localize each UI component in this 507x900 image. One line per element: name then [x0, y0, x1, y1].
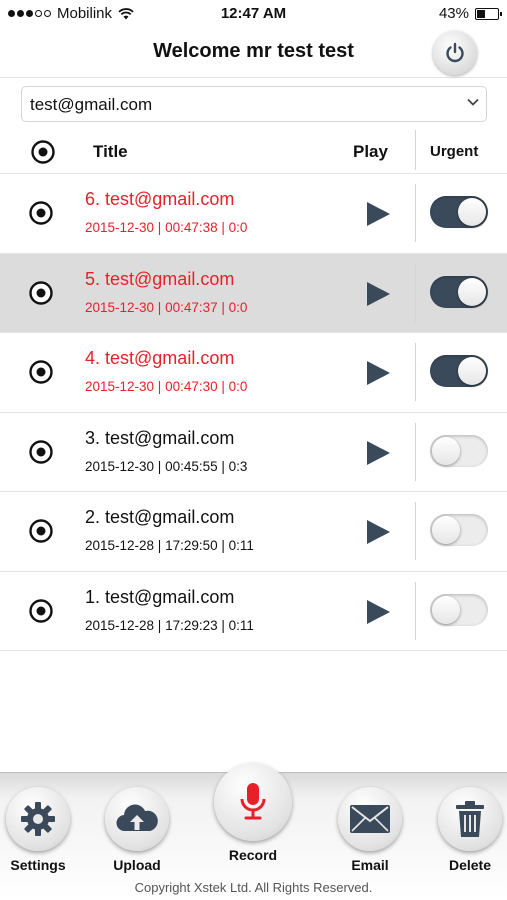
radio-select-icon[interactable]: [28, 200, 54, 226]
recording-row[interactable]: 1. test@gmail.com 2015-12-28 | 17:29:23 …: [0, 571, 507, 651]
recording-row[interactable]: 2. test@gmail.com 2015-12-28 | 17:29:50 …: [0, 492, 507, 572]
delete-tab[interactable]: Delete: [420, 787, 507, 873]
select-all-radio-icon[interactable]: [30, 139, 56, 165]
recording-meta: 2015-12-28 | 17:29:23 | 0:11: [85, 617, 254, 633]
column-play-header: Play: [353, 142, 388, 161]
microphone-icon: [240, 783, 266, 820]
email-select-value: test@gmail.com: [30, 95, 153, 114]
radio-select-icon[interactable]: [28, 359, 54, 385]
copyright-text: Copyright Xstek Ltd. All Rights Reserved…: [134, 880, 373, 895]
row-divider: [415, 581, 416, 640]
recording-meta: 2015-12-30 | 00:47:37 | 0:0: [85, 299, 248, 315]
row-divider: [415, 502, 416, 560]
play-icon[interactable]: [364, 281, 392, 307]
toggle-knob: [458, 198, 486, 226]
recording-row[interactable]: 6. test@gmail.com 2015-12-30 | 00:47:38 …: [0, 174, 507, 254]
list-header: Title Play Urgent: [0, 130, 507, 174]
record-tab[interactable]: Record: [203, 763, 303, 863]
app-header: Welcome mr test test: [0, 28, 507, 78]
play-icon[interactable]: [364, 599, 392, 625]
record-label: Record: [228, 847, 278, 863]
power-icon: [446, 42, 464, 63]
recording-row[interactable]: 5. test@gmail.com 2015-12-30 | 00:47:37 …: [0, 253, 507, 333]
record-button[interactable]: [214, 763, 292, 841]
delete-button[interactable]: [438, 787, 502, 851]
settings-tab[interactable]: Settings: [0, 787, 88, 873]
recording-title: 4. test@gmail.com: [85, 348, 235, 368]
chevron-down-icon: [467, 98, 479, 106]
row-divider: [415, 422, 416, 481]
recording-row[interactable]: 3. test@gmail.com 2015-12-30 | 00:45:55 …: [0, 412, 507, 492]
recordings-list: 6. test@gmail.com 2015-12-30 | 00:47:38 …: [0, 174, 507, 651]
row-divider: [415, 263, 416, 322]
recording-title: 1. test@gmail.com: [85, 586, 235, 607]
row-divider: [415, 184, 416, 242]
bottom-toolbar: Settings Upload Record Email Delete Copy…: [0, 763, 507, 900]
clock: 12:47 AM: [220, 5, 287, 22]
recording-title: 5. test@gmail.com: [85, 268, 235, 289]
recording-meta: 2015-12-30 | 00:45:55 | 0:3: [85, 458, 248, 474]
delete-label: Delete: [448, 857, 492, 873]
toggle-knob: [458, 277, 486, 306]
trash-icon: [456, 801, 484, 837]
recording-meta: 2015-12-30 | 00:47:38 | 0:0: [85, 220, 248, 235]
radio-select-icon[interactable]: [28, 280, 54, 306]
urgent-toggle[interactable]: [430, 593, 488, 626]
toggle-knob: [458, 357, 486, 385]
email-button[interactable]: [338, 787, 402, 851]
upload-tab[interactable]: Upload: [87, 787, 187, 873]
urgent-toggle[interactable]: [430, 196, 488, 228]
settings-button[interactable]: [6, 787, 70, 851]
recording-meta: 2015-12-30 | 00:47:30 | 0:0: [85, 379, 248, 394]
status-bar: Mobilink 12:47 AM 43%: [0, 0, 507, 28]
urgent-toggle[interactable]: [430, 275, 488, 308]
urgent-toggle[interactable]: [430, 355, 488, 387]
column-title-header: Title: [93, 142, 128, 161]
settings-label: Settings: [10, 857, 66, 873]
page-title: Welcome mr test test: [153, 40, 354, 62]
recording-title: 2. test@gmail.com: [85, 507, 235, 527]
toggle-knob: [432, 436, 460, 465]
email-select[interactable]: test@gmail.com: [21, 86, 487, 122]
radio-select-icon[interactable]: [28, 439, 54, 465]
recording-row[interactable]: 4. test@gmail.com 2015-12-30 | 00:47:30 …: [0, 333, 507, 413]
status-right: 43%: [438, 5, 502, 22]
play-icon[interactable]: [364, 519, 392, 545]
gear-icon: [21, 802, 55, 836]
upload-label: Upload: [113, 857, 161, 873]
upload-button[interactable]: [105, 787, 169, 851]
recording-title: 6. test@gmail.com: [85, 189, 235, 209]
email-label: Email: [351, 857, 389, 873]
row-divider: [415, 343, 416, 401]
recording-title: 3. test@gmail.com: [85, 427, 235, 448]
cloud-upload-icon: [116, 804, 158, 832]
battery-percent: 43%: [438, 5, 469, 22]
battery-icon: [475, 7, 502, 20]
play-icon[interactable]: [364, 201, 392, 227]
radio-select-icon[interactable]: [28, 598, 54, 624]
recording-meta: 2015-12-28 | 17:29:50 | 0:11: [85, 538, 254, 553]
play-icon[interactable]: [364, 360, 392, 386]
envelope-icon: [350, 805, 390, 833]
toggle-knob: [432, 595, 460, 624]
column-urgent-header: Urgent: [430, 143, 479, 160]
column-divider: [415, 130, 416, 170]
play-icon[interactable]: [364, 440, 392, 466]
toggle-knob: [432, 516, 460, 544]
urgent-toggle[interactable]: [430, 514, 488, 546]
email-tab[interactable]: Email: [320, 787, 420, 873]
battery-fill: [477, 9, 485, 18]
logout-button[interactable]: [433, 31, 477, 75]
radio-select-icon[interactable]: [28, 518, 54, 544]
urgent-toggle[interactable]: [430, 434, 488, 467]
